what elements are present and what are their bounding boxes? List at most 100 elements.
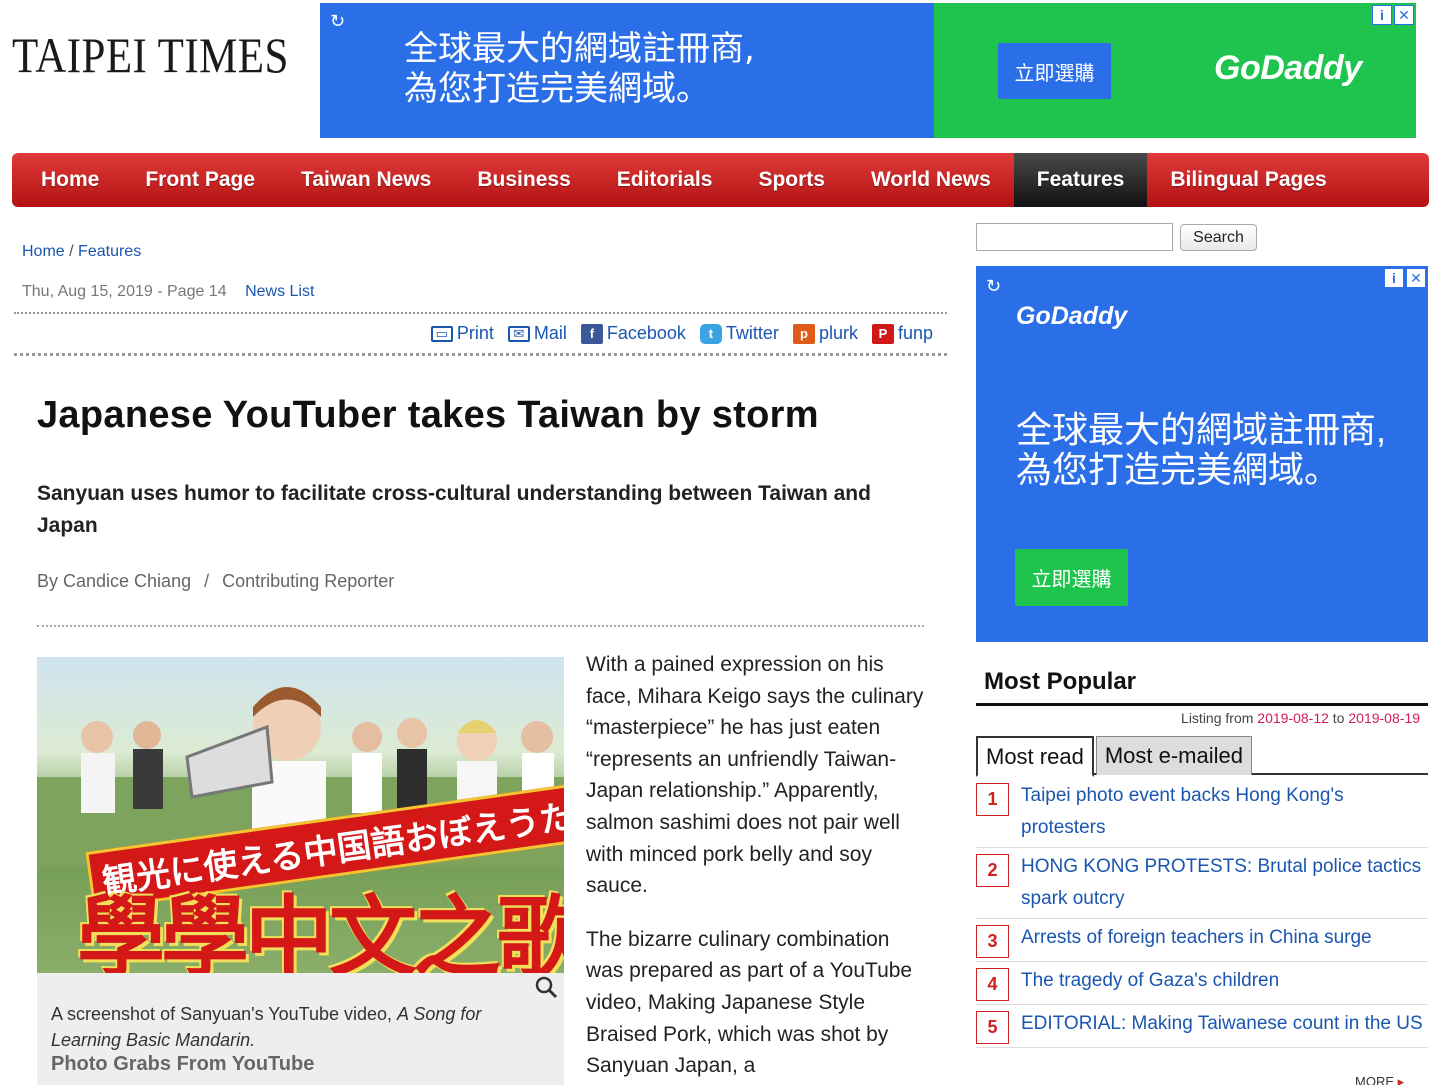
photo-credit: Photo Grabs From YouTube <box>51 1053 315 1075</box>
rank-number: 2 <box>976 854 1009 887</box>
breadcrumb-features[interactable]: Features <box>78 243 141 260</box>
search-input[interactable] <box>976 223 1173 251</box>
site-logo[interactable]: TAIPEI TIMES <box>12 26 289 84</box>
news-list-link[interactable]: News List <box>245 283 314 300</box>
rank-number: 1 <box>976 783 1009 816</box>
more-label: MORE <box>1355 1074 1394 1085</box>
share-facebook-label: Facebook <box>606 323 686 343</box>
ad-green-panel[interactable]: 立即選購 GoDaddy i ✕ <box>934 3 1416 138</box>
rank-number: 3 <box>976 925 1009 958</box>
list-item: 2 HONG KONG PROTESTS: Brutal police tact… <box>976 848 1428 919</box>
tab-most-emailed[interactable]: Most e-mailed <box>1095 736 1252 775</box>
dateline: Thu, Aug 15, 2019 - Page 14 News List <box>22 283 314 301</box>
nav-taiwan-news[interactable]: Taiwan News <box>278 153 454 207</box>
list-item: 4 The tragedy of Gaza's children <box>976 962 1428 1005</box>
more-link[interactable]: MORE ▸ <box>1355 1074 1404 1085</box>
listing-prefix: Listing from <box>1181 710 1254 726</box>
ad-brand-logo: GoDaddy <box>1214 49 1362 87</box>
share-mail[interactable]: ✉ Mail <box>507 323 567 344</box>
search-button[interactable]: Search <box>1180 224 1257 251</box>
tab-most-read[interactable]: Most read <box>976 736 1094 777</box>
print-icon: ▭ <box>430 325 453 342</box>
photo-caption-box: A screenshot of Sanyuan's YouTube video,… <box>37 973 564 1085</box>
popular-link[interactable]: The tragedy of Gaza's children <box>1021 965 1279 1001</box>
popular-link[interactable]: HONG KONG PROTESTS: Brutal police tactic… <box>1021 851 1428 915</box>
byline-separator: / <box>204 571 210 591</box>
list-item: 5 EDITORIAL: Making Taiwanese count in t… <box>976 1005 1428 1048</box>
ad-info-icon[interactable]: i <box>1384 268 1404 288</box>
ad-refresh-icon[interactable]: ↻ <box>986 276 1001 297</box>
share-bar: ▭ Print ✉ Mail f Facebook t Twitter p pl… <box>14 312 947 356</box>
nav-editorials[interactable]: Editorials <box>594 153 736 207</box>
ad-refresh-icon[interactable]: ↻ <box>330 11 345 32</box>
sidebar-ad-buy-button[interactable]: 立即選購 <box>1015 549 1128 606</box>
ad-blue-panel[interactable]: ↻ 全球最大的網域註冊商, 為您打造完美網域。 <box>320 3 934 138</box>
caption-text: A screenshot of Sanyuan's YouTube video, <box>51 1004 398 1024</box>
share-funp[interactable]: P funp <box>871 323 933 344</box>
publish-date: Thu, Aug 15, 2019 - Page 14 <box>22 283 227 300</box>
ad-close-icon[interactable]: ✕ <box>1406 268 1426 288</box>
article-body: With a pained expression on his face, Mi… <box>586 649 926 1085</box>
share-facebook[interactable]: f Facebook <box>580 323 686 344</box>
rank-number: 4 <box>976 968 1009 1001</box>
popular-link[interactable]: Taipei photo event backs Hong Kong's pro… <box>1021 780 1428 844</box>
nav-bilingual-pages[interactable]: Bilingual Pages <box>1147 153 1349 207</box>
more-arrow-icon: ▸ <box>1397 1074 1405 1085</box>
article-subhead: Sanyuan uses humor to facilitate cross-c… <box>37 482 871 537</box>
article-paragraph: The bizarre culinary combination was pre… <box>586 927 913 1078</box>
nav-world-news[interactable]: World News <box>848 153 1014 207</box>
ad-info-icon[interactable]: i <box>1372 5 1392 25</box>
top-banner-ad[interactable]: ↻ 全球最大的網域註冊商, 為您打造完美網域。 立即選購 GoDaddy i ✕ <box>320 3 1416 138</box>
popular-link[interactable]: Arrests of foreign teachers in China sur… <box>1021 922 1372 958</box>
rank-number: 5 <box>976 1011 1009 1044</box>
sidebar-ad-line1: 全球最大的網域註冊商, <box>1016 409 1387 450</box>
list-item: 1 Taipei photo event backs Hong Kong's p… <box>976 777 1428 848</box>
ad-buy-button[interactable]: 立即選購 <box>998 43 1111 99</box>
nav-features[interactable]: Features <box>1013 153 1148 207</box>
listing-from-date: 2019-08-12 <box>1257 710 1329 726</box>
breadcrumb-home[interactable]: Home <box>22 243 65 260</box>
popular-link[interactable]: EDITORIAL: Making Taiwanese count in the… <box>1021 1008 1423 1044</box>
breadcrumb: Home / Features <box>22 243 141 261</box>
most-popular-title: Most Popular <box>984 668 1137 695</box>
list-item: 3 Arrests of foreign teachers in China s… <box>976 919 1428 962</box>
share-plurk-label: plurk <box>818 323 858 343</box>
share-twitter[interactable]: t Twitter <box>699 323 779 344</box>
listing-range: Listing from 2019-08-12 to 2019-08-19 <box>1181 710 1420 726</box>
most-popular-rule <box>976 703 1428 706</box>
funp-icon: P <box>871 323 894 344</box>
photo-caption: A screenshot of Sanyuan's YouTube video,… <box>51 1001 551 1053</box>
main-nav: Home Front Page Taiwan News Business Edi… <box>12 153 1429 207</box>
ad-close-icon[interactable]: ✕ <box>1394 5 1414 25</box>
nav-front-page[interactable]: Front Page <box>122 153 278 207</box>
photo-overlay-chinese: 學學中文之歌 <box>77 888 564 973</box>
article-photo[interactable]: 観光に使える中国語おぼえうた 學學中文之歌 <box>37 657 564 973</box>
share-print[interactable]: ▭ Print <box>430 323 494 344</box>
article-divider <box>37 625 924 627</box>
plurk-icon: p <box>792 323 815 344</box>
nav-business[interactable]: Business <box>454 153 593 207</box>
listing-to-word: to <box>1332 710 1345 726</box>
share-twitter-label: Twitter <box>725 323 779 343</box>
ad-text-line2: 為您打造完美網域。 <box>404 69 710 109</box>
share-plurk[interactable]: p plurk <box>792 323 858 344</box>
article-paragraph: With a pained expression on his face, Mi… <box>586 653 924 898</box>
mail-icon: ✉ <box>507 325 530 342</box>
sidebar-ad-headline: 全球最大的網域註冊商, 為您打造完美網域。 <box>1016 410 1386 490</box>
sidebar-ad-line2: 為您打造完美網域。 <box>1016 449 1341 490</box>
share-mail-label: Mail <box>533 323 567 343</box>
nav-sports[interactable]: Sports <box>735 153 848 207</box>
facebook-icon: f <box>580 323 603 344</box>
twitter-icon: t <box>699 323 722 344</box>
popular-list: 1 Taipei photo event backs Hong Kong's p… <box>976 777 1428 1048</box>
sidebar-ad[interactable]: ↻ i ✕ GoDaddy 全球最大的網域註冊商, 為您打造完美網域。 立即選購 <box>976 266 1428 642</box>
zoom-icon[interactable] <box>534 975 558 999</box>
share-print-label: Print <box>456 323 494 343</box>
nav-home[interactable]: Home <box>18 153 122 207</box>
ad-text-line1: 全球最大的網域註冊商, <box>404 29 755 69</box>
popular-tabs: Most read Most e-mailed <box>976 736 1428 777</box>
ad-headline: 全球最大的網域註冊商, 為您打造完美網域。 <box>404 29 755 109</box>
author-role: Contributing Reporter <box>222 571 395 591</box>
share-funp-label: funp <box>897 323 933 343</box>
article-headline: Japanese YouTuber takes Taiwan by storm <box>37 394 819 436</box>
